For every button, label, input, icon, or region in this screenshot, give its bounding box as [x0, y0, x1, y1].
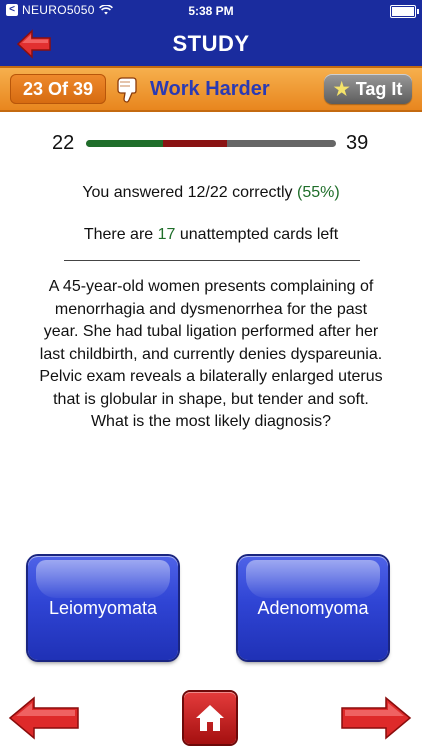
score-percent: (55%)	[296, 184, 340, 201]
study-status: Work Harder	[150, 78, 270, 100]
home-button[interactable]	[184, 692, 236, 744]
status-time: 5:38 PM	[188, 4, 234, 18]
tag-it-button[interactable]: ★ Tag It	[324, 74, 412, 104]
unattempted-prefix: There are	[83, 226, 158, 243]
tag-it-label: Tag It	[355, 79, 403, 99]
previous-card-arrow-icon[interactable]	[8, 696, 80, 740]
question-text: A 45-year-old women presents complaining…	[39, 278, 383, 430]
unattempted-suffix: unattempted cards left	[175, 226, 339, 243]
back-arrow-icon[interactable]	[16, 29, 52, 59]
nav-bar: STUDY	[0, 22, 422, 66]
unattempted-summary: There are 17 unattempted cards left	[0, 226, 422, 244]
next-card-arrow-icon[interactable]	[340, 696, 412, 740]
progress-bar	[86, 140, 336, 147]
answer-label-1: Leiomyomata	[48, 597, 158, 618]
progress-correct-segment	[86, 140, 163, 147]
score-summary: You answered 12/22 correctly (55%)	[0, 184, 422, 202]
answer-button-1[interactable]: Leiomyomata	[28, 556, 178, 660]
star-icon: ★	[333, 79, 350, 99]
thumbs-down-icon	[117, 77, 137, 103]
unattempted-count: 17	[157, 226, 176, 243]
score-text: You answered 12/22 correctly	[82, 184, 297, 201]
progress-current: 22	[52, 132, 75, 154]
battery-icon	[390, 5, 419, 18]
answer-button-2[interactable]: Adenomyoma	[238, 556, 388, 660]
progress-total: 39	[346, 132, 369, 154]
progress-section: 22 39	[0, 130, 422, 158]
page-title: STUDY	[172, 31, 250, 56]
card-info-bar: 23 Of 39 Work Harder ★ Tag It	[0, 66, 422, 112]
divider	[64, 260, 360, 261]
progress-incorrect-segment	[162, 140, 228, 147]
status-bar: < NEURO5050 5:38 PM	[0, 0, 422, 22]
card-counter: 23 Of 39	[10, 74, 106, 104]
answer-label-2: Adenomyoma	[257, 597, 369, 618]
home-icon	[196, 705, 224, 731]
